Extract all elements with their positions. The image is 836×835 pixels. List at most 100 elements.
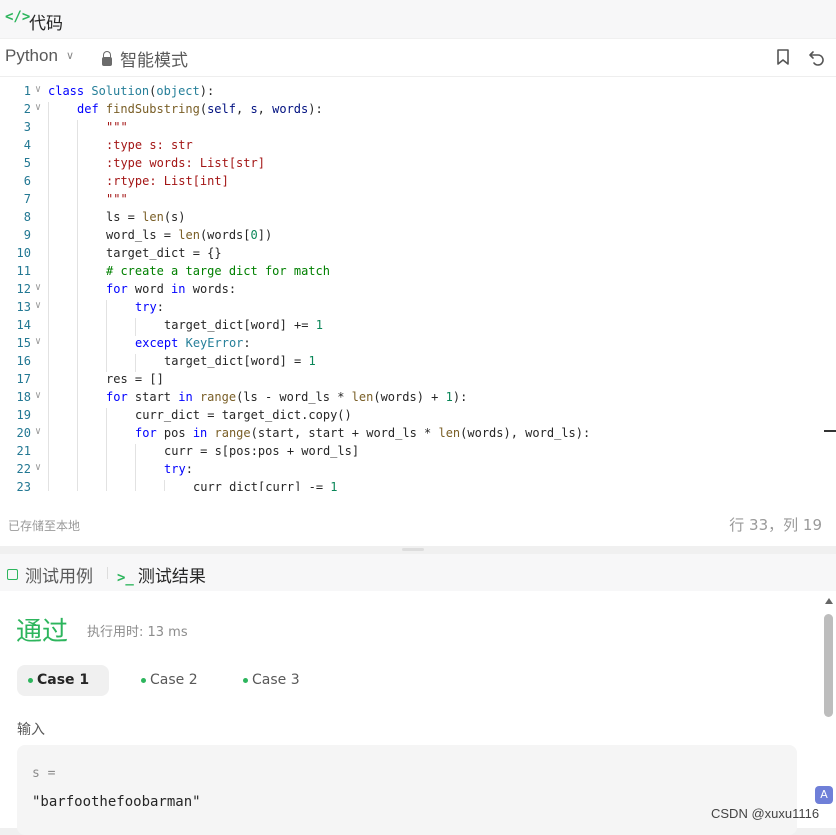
- code-line[interactable]: 23 curr_dict[curr] -= 1: [0, 480, 822, 491]
- code-text: try:: [164, 462, 193, 476]
- line-number: 1: [23, 84, 31, 98]
- line-number: 9: [23, 228, 31, 242]
- indent-guide: [48, 210, 49, 228]
- status-dot-icon: [243, 678, 248, 683]
- indent-guide: [106, 408, 107, 426]
- line-number: 19: [16, 408, 31, 422]
- line-number: 7: [23, 192, 31, 206]
- indent-guide: [48, 318, 49, 336]
- code-line[interactable]: 14 target_dict[word] += 1: [0, 318, 822, 336]
- fold-chevron-icon[interactable]: ∨: [35, 300, 41, 311]
- cursor-position: 行 33，列 19: [729, 516, 822, 534]
- line-number: 3: [23, 120, 31, 134]
- indent-guide: [77, 138, 78, 156]
- case-tab-1[interactable]: Case 1: [17, 665, 109, 696]
- code-line[interactable]: 19 curr_dict = target_dict.copy(): [0, 408, 822, 426]
- code-tab-bar: </> 代码: [0, 0, 836, 39]
- code-line[interactable]: 21 curr = s[pos:pos + word_ls]: [0, 444, 822, 462]
- indent-guide: [106, 462, 107, 480]
- indent-guide: [135, 354, 136, 372]
- fold-chevron-icon[interactable]: ∨: [35, 282, 41, 293]
- scroll-thumb[interactable]: [824, 614, 833, 717]
- code-text: ls = len(s): [106, 210, 186, 224]
- input-value: "barfoothefoobarman": [32, 794, 201, 810]
- case-label: Case 3: [252, 672, 300, 688]
- line-number: 4: [23, 138, 31, 152]
- line-number: 6: [23, 174, 31, 188]
- mode-label: 智能模式: [120, 51, 188, 71]
- bookmark-icon[interactable]: [775, 48, 791, 66]
- panel-resize-handle[interactable]: [0, 546, 836, 554]
- line-number: 17: [16, 372, 31, 386]
- code-text: for pos in range(start, start + word_ls …: [135, 426, 591, 440]
- indent-guide: [48, 246, 49, 264]
- case-tab-2[interactable]: Case 2: [130, 665, 198, 696]
- test-panel: 测试用例 >_ 测试结果 通过 执行用时: 13 ms Case 1 Case 2…: [0, 554, 836, 835]
- indent-guide: [164, 480, 165, 491]
- code-text: res = []: [106, 372, 164, 386]
- code-line[interactable]: 8 ls = len(s): [0, 210, 822, 228]
- code-line[interactable]: 4:type s: str: [0, 138, 822, 156]
- line-number: 11: [16, 264, 31, 278]
- code-line[interactable]: 10 target_dict = {}: [0, 246, 822, 264]
- tab-test-results-label: 测试结果: [137, 567, 206, 587]
- indent-guide: [48, 336, 49, 354]
- indent-guide: [77, 300, 78, 318]
- code-line[interactable]: 1 ∨ class Solution(object):: [0, 84, 822, 102]
- code-line[interactable]: 11 # create a targe dict for match: [0, 264, 822, 282]
- fold-chevron-icon[interactable]: ∨: [35, 336, 41, 347]
- code-line[interactable]: 12 ∨ for word in words:: [0, 282, 822, 300]
- tab-test-cases[interactable]: 测试用例: [7, 562, 93, 587]
- language-select[interactable]: Python ∨: [5, 46, 74, 66]
- test-tab-bar: 测试用例 >_ 测试结果: [0, 554, 836, 591]
- code-line[interactable]: 20 ∨ for pos in range(start, start + word_…: [0, 426, 822, 444]
- code-line[interactable]: 6:rtype: List[int]: [0, 174, 822, 192]
- input-label: 输入: [17, 722, 45, 738]
- case-tab-3[interactable]: Case 3: [232, 665, 300, 696]
- code-line[interactable]: 17 res = []: [0, 372, 822, 390]
- indent-guide: [48, 408, 49, 426]
- tab-test-results[interactable]: >_ 测试结果: [117, 562, 206, 587]
- indent-guide: [135, 480, 136, 491]
- indent-guide: [106, 354, 107, 372]
- indent-guide: [48, 390, 49, 408]
- code-line[interactable]: 9 word_ls = len(words[0]): [0, 228, 822, 246]
- line-number: 14: [16, 318, 31, 332]
- fold-chevron-icon[interactable]: ∨: [35, 102, 41, 113]
- indent-guide: [135, 444, 136, 462]
- code-text: curr_dict = target_dict.copy(): [135, 408, 352, 422]
- case-label: Case 1: [37, 672, 90, 688]
- code-line[interactable]: 3 """: [0, 120, 822, 138]
- indent-guide: [106, 480, 107, 491]
- indent-guide: [48, 300, 49, 318]
- scroll-up-icon[interactable]: [825, 598, 833, 604]
- indent-guide: [77, 282, 78, 300]
- code-line[interactable]: 22 ∨ try:: [0, 462, 822, 480]
- code-line[interactable]: 2 ∨ def findSubstring(self, s, words):: [0, 102, 822, 120]
- code-line[interactable]: 13 ∨ try:: [0, 300, 822, 318]
- fold-chevron-icon[interactable]: ∨: [35, 84, 41, 95]
- indent-guide: [77, 120, 78, 138]
- code-tab-title[interactable]: 代码: [29, 9, 63, 34]
- code-line[interactable]: 7 """: [0, 192, 822, 210]
- code-line[interactable]: 18 ∨ for start in range(ls - word_ls * len…: [0, 390, 822, 408]
- code-line[interactable]: 5:type words: List[str]: [0, 156, 822, 174]
- case-label: Case 2: [150, 672, 198, 688]
- fold-chevron-icon[interactable]: ∨: [35, 390, 41, 401]
- code-line[interactable]: 16 target_dict[word] = 1: [0, 354, 822, 372]
- indent-guide: [48, 444, 49, 462]
- smart-mode-toggle[interactable]: 智能模式: [102, 46, 188, 71]
- fold-chevron-icon[interactable]: ∨: [35, 426, 41, 437]
- runtime-text: 执行用时: 13 ms: [87, 625, 188, 640]
- code-text: curr_dict[curr] -= 1: [193, 480, 338, 491]
- tab-test-cases-label: 测试用例: [25, 567, 93, 587]
- resize-grip[interactable]: [402, 548, 424, 551]
- code-icon: </>: [5, 9, 31, 25]
- indent-guide: [77, 264, 78, 282]
- code-line[interactable]: 15 ∨ except KeyError:: [0, 336, 822, 354]
- indent-guide: [77, 156, 78, 174]
- translate-icon[interactable]: A: [815, 786, 833, 804]
- code-editor[interactable]: 1 ∨ class Solution(object): 2 ∨ def findSubst…: [0, 84, 822, 491]
- fold-chevron-icon[interactable]: ∨: [35, 462, 41, 473]
- undo-icon[interactable]: [808, 48, 826, 66]
